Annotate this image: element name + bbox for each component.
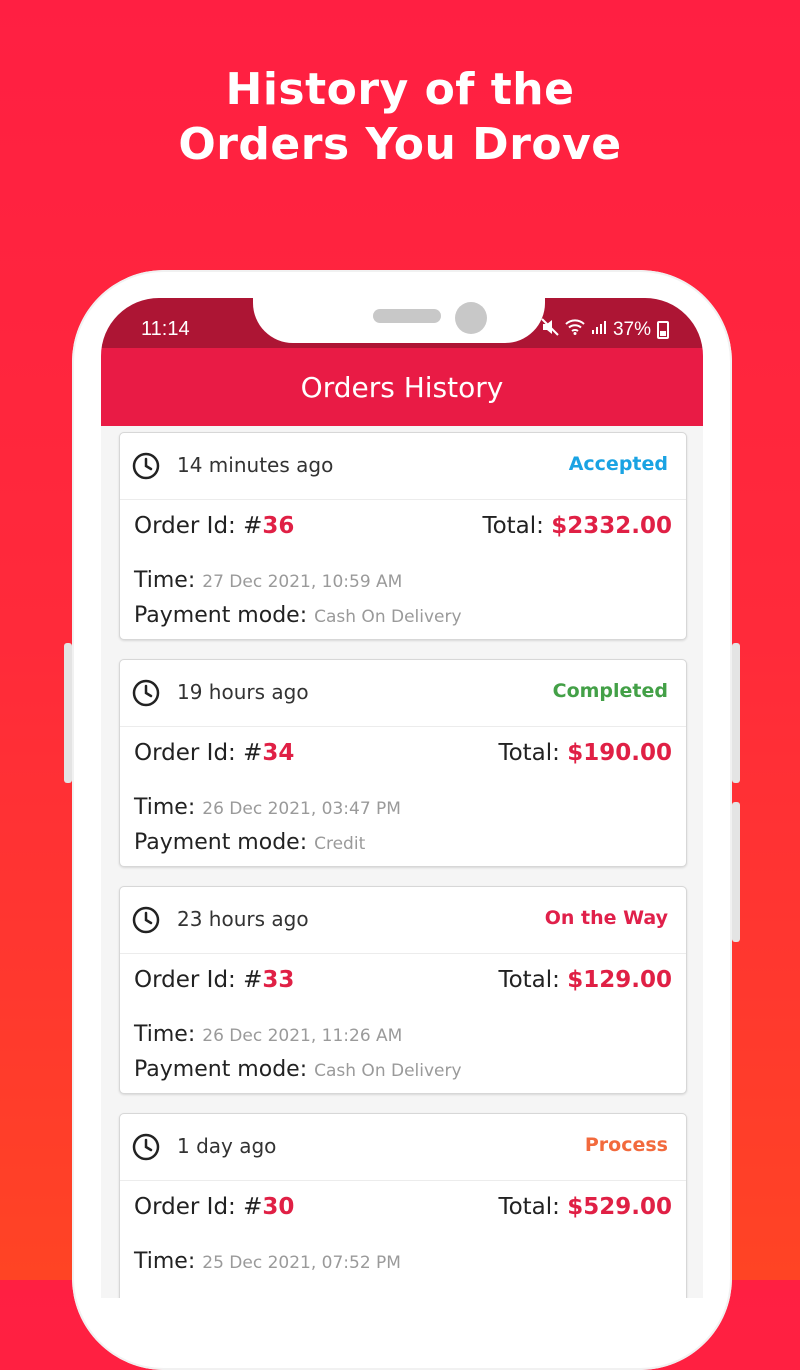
order-card-header: 1 day ago Process — [120, 1114, 686, 1181]
order-total-label: Total: — [498, 967, 568, 993]
mute-icon — [541, 318, 559, 342]
clock-icon — [132, 679, 160, 707]
order-time-value: 26 Dec 2021, 11:26 AM — [202, 1026, 403, 1046]
battery-percent: 37% — [612, 319, 651, 340]
phone-side-button-left — [64, 643, 72, 783]
page-title: Orders History — [300, 370, 504, 404]
order-time-label: Time: — [134, 1249, 203, 1274]
order-time-row: Time: 26 Dec 2021, 03:47 PM — [134, 795, 401, 820]
payment-mode-label: Payment mode: — [134, 1057, 315, 1082]
order-id-label: Order Id: # — [134, 513, 263, 539]
order-status-badge: Accepted — [568, 453, 668, 475]
order-card[interactable]: 19 hours ago Completed Order Id: #34 Tot… — [119, 659, 687, 867]
order-total: Total: $129.00 — [498, 967, 672, 993]
order-time-ago: 1 day ago — [177, 1134, 277, 1158]
phone-notch — [253, 298, 545, 343]
phone-speaker — [373, 309, 441, 323]
order-card[interactable]: 14 minutes ago Accepted Order Id: #36 To… — [119, 432, 687, 640]
order-total-label: Total: — [498, 740, 568, 766]
payment-mode-row: Payment mode: Credit — [134, 830, 365, 855]
order-id-value: 30 — [262, 1194, 295, 1220]
order-id-value: 33 — [262, 967, 295, 993]
status-icons: 37% — [541, 318, 669, 342]
order-time-ago: 19 hours ago — [177, 680, 309, 704]
order-time-row: Time: 26 Dec 2021, 11:26 AM — [134, 1022, 402, 1047]
clock-icon — [132, 906, 160, 934]
headline-line-2: Orders You Drove — [178, 119, 622, 170]
order-time-label: Time: — [134, 1022, 203, 1047]
phone-side-button-right-2 — [732, 802, 740, 942]
order-total-value: $2332.00 — [551, 513, 672, 539]
order-time-value: 26 Dec 2021, 03:47 PM — [202, 799, 401, 819]
order-time-ago: 14 minutes ago — [177, 453, 334, 477]
order-id: Order Id: #36 — [134, 513, 294, 539]
order-status-badge: Process — [584, 1134, 668, 1156]
order-time-label: Time: — [134, 568, 203, 593]
order-time-value: 27 Dec 2021, 10:59 AM — [202, 572, 403, 592]
front-camera — [455, 302, 487, 334]
order-id: Order Id: #34 — [134, 740, 294, 766]
app-bar: Orders History — [101, 348, 703, 426]
payment-mode-label: Payment mode: — [134, 830, 315, 855]
order-total-value: $190.00 — [567, 740, 672, 766]
order-time-label: Time: — [134, 795, 203, 820]
order-time-row: Time: 25 Dec 2021, 07:52 PM — [134, 1249, 401, 1274]
order-card-header: 23 hours ago On the Way — [120, 887, 686, 954]
order-id-label: Order Id: # — [134, 967, 263, 993]
order-time-row: Time: 27 Dec 2021, 10:59 AM — [134, 568, 402, 593]
payment-mode-row: Payment mode: Cash On Delivery — [134, 1057, 462, 1082]
payment-mode-value: Cash On Delivery — [314, 607, 462, 627]
clock-icon — [132, 1133, 160, 1161]
order-total-label: Total: — [482, 513, 552, 539]
phone-side-button-right-1 — [732, 643, 740, 783]
order-id-label: Order Id: # — [134, 1194, 263, 1220]
battery-icon — [657, 321, 669, 339]
payment-mode-row: Payment mode: Cash On Delivery — [134, 603, 462, 628]
wifi-icon — [565, 319, 585, 341]
order-total-value: $129.00 — [567, 967, 672, 993]
order-time-value: 25 Dec 2021, 07:52 PM — [202, 1253, 401, 1273]
order-id: Order Id: #33 — [134, 967, 294, 993]
payment-mode-value: Cash On Delivery — [314, 1061, 462, 1081]
payment-mode-label: Payment mode: — [134, 603, 315, 628]
order-card-header: 14 minutes ago Accepted — [120, 433, 686, 500]
order-status-badge: On the Way — [544, 907, 668, 929]
signal-icon — [591, 319, 607, 341]
headline-line-1: History of the — [225, 64, 575, 115]
order-total-value: $529.00 — [567, 1194, 672, 1220]
order-total-label: Total: — [498, 1194, 568, 1220]
order-total: Total: $2332.00 — [482, 513, 672, 539]
order-id-value: 34 — [262, 740, 295, 766]
order-card-header: 19 hours ago Completed — [120, 660, 686, 727]
order-id-value: 36 — [262, 513, 295, 539]
promo-headline: History of the Orders You Drove — [0, 62, 800, 172]
phone-screen: 11:14 37% Orders History 14 minutes ago … — [101, 298, 703, 1298]
clock-icon — [132, 452, 160, 480]
order-total: Total: $190.00 — [498, 740, 672, 766]
order-time-ago: 23 hours ago — [177, 907, 309, 931]
order-id: Order Id: #30 — [134, 1194, 294, 1220]
order-total: Total: $529.00 — [498, 1194, 672, 1220]
status-time: 11:14 — [141, 318, 190, 340]
order-card[interactable]: 23 hours ago On the Way Order Id: #33 To… — [119, 886, 687, 1094]
order-id-label: Order Id: # — [134, 740, 263, 766]
order-status-badge: Completed — [552, 680, 668, 702]
order-card[interactable]: 1 day ago Process Order Id: #30 Total: $… — [119, 1113, 687, 1298]
payment-mode-value: Credit — [314, 834, 366, 854]
